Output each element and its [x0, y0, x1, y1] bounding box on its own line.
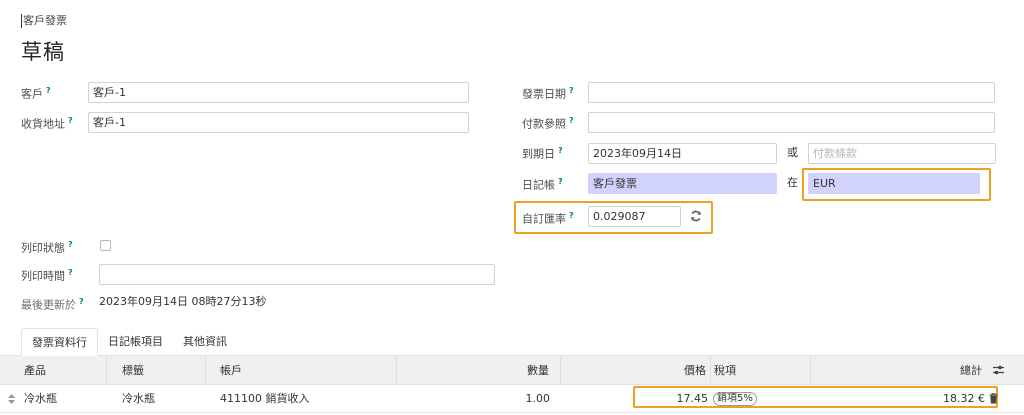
shipping-address-input[interactable]: 客戶-1	[88, 112, 469, 133]
or-text: 或	[787, 146, 798, 159]
shipping-address-label: 收貨地址?	[21, 116, 73, 131]
help-mark[interactable]: ?	[569, 116, 574, 125]
cell-label[interactable]: 冷水瓶	[122, 392, 155, 406]
print-time-label: 列印時間?	[21, 268, 73, 283]
help-mark[interactable]: ?	[68, 240, 73, 249]
column-header-total[interactable]: 總計	[960, 364, 982, 378]
last-updated-value: 2023年09月14日 08時27分13秒	[99, 295, 267, 308]
cell-total: 18.32 €	[943, 392, 985, 405]
journal-label: 日記帳?	[522, 177, 563, 192]
help-mark[interactable]: ?	[558, 146, 563, 155]
column-separator	[710, 356, 711, 385]
invoice-date-label: 發票日期?	[522, 86, 574, 101]
help-mark[interactable]: ?	[79, 297, 84, 306]
optional-columns-icon[interactable]	[992, 364, 1005, 376]
help-mark[interactable]: ?	[68, 116, 73, 125]
drag-handle-icon[interactable]	[8, 394, 15, 404]
tab-journal-items[interactable]: 日記帳項目	[98, 328, 173, 356]
in-text: 在	[787, 176, 798, 189]
invoice-date-input[interactable]	[588, 82, 995, 103]
tax-badge[interactable]: 銷項5%	[713, 392, 757, 406]
help-mark[interactable]: ?	[569, 211, 574, 220]
table-row[interactable]: 冷水瓶 冷水瓶 411100 銷貨收入 1.00 17.45 銷項5% 18.3…	[0, 385, 1024, 413]
help-mark[interactable]: ?	[569, 86, 574, 95]
print-time-input[interactable]	[99, 264, 495, 285]
payment-reference-label: 付款參照?	[522, 116, 574, 131]
payment-reference-input[interactable]	[588, 112, 995, 133]
due-date-label: 到期日?	[522, 146, 563, 161]
table-header: 產品 標籤 帳戶 數量 價格 稅項 總計	[0, 356, 1024, 385]
customer-label: 客戶?	[21, 86, 51, 101]
cell-price[interactable]: 17.45	[660, 392, 709, 406]
currency-select[interactable]: EUR	[808, 173, 980, 194]
column-separator	[106, 356, 107, 385]
column-header-account[interactable]: 帳戶	[220, 364, 242, 378]
payment-terms-input[interactable]: 付款條款	[808, 143, 996, 164]
breadcrumb[interactable]: 客戶發票	[21, 14, 67, 28]
journal-select[interactable]: 客戶發票	[588, 173, 777, 194]
column-header-taxes[interactable]: 稅項	[714, 364, 736, 378]
custom-rate-input[interactable]: 0.029087	[588, 206, 681, 227]
customer-input[interactable]: 客戶-1	[88, 82, 469, 103]
column-separator	[560, 356, 561, 385]
column-separator	[810, 356, 811, 385]
tab-invoice-lines[interactable]: 發票資料行	[21, 328, 98, 356]
help-mark[interactable]: ?	[46, 86, 51, 95]
page-title: 草稿	[21, 40, 65, 64]
print-status-label: 列印狀態?	[21, 240, 73, 255]
refresh-icon[interactable]	[690, 210, 702, 222]
print-status-checkbox[interactable]	[100, 240, 111, 251]
column-header-label[interactable]: 標籤	[122, 364, 144, 378]
column-separator	[396, 356, 397, 385]
column-header-price[interactable]: 價格	[684, 364, 706, 378]
column-header-quantity[interactable]: 數量	[527, 364, 549, 378]
cell-product[interactable]: 冷水瓶	[24, 392, 57, 406]
help-mark[interactable]: ?	[68, 268, 73, 277]
custom-rate-label: 自訂匯率?	[522, 211, 574, 226]
cell-account[interactable]: 411100 銷貨收入	[220, 392, 310, 406]
column-header-product[interactable]: 產品	[24, 364, 46, 378]
due-date-input[interactable]: 2023年09月14日	[588, 143, 777, 164]
last-updated-label: 最後更新於?	[21, 297, 84, 312]
tab-other-info[interactable]: 其他資訊	[173, 328, 237, 356]
column-separator	[205, 356, 206, 385]
trash-icon[interactable]	[989, 393, 998, 404]
cell-quantity[interactable]: 1.00	[510, 392, 551, 406]
help-mark[interactable]: ?	[558, 177, 563, 186]
